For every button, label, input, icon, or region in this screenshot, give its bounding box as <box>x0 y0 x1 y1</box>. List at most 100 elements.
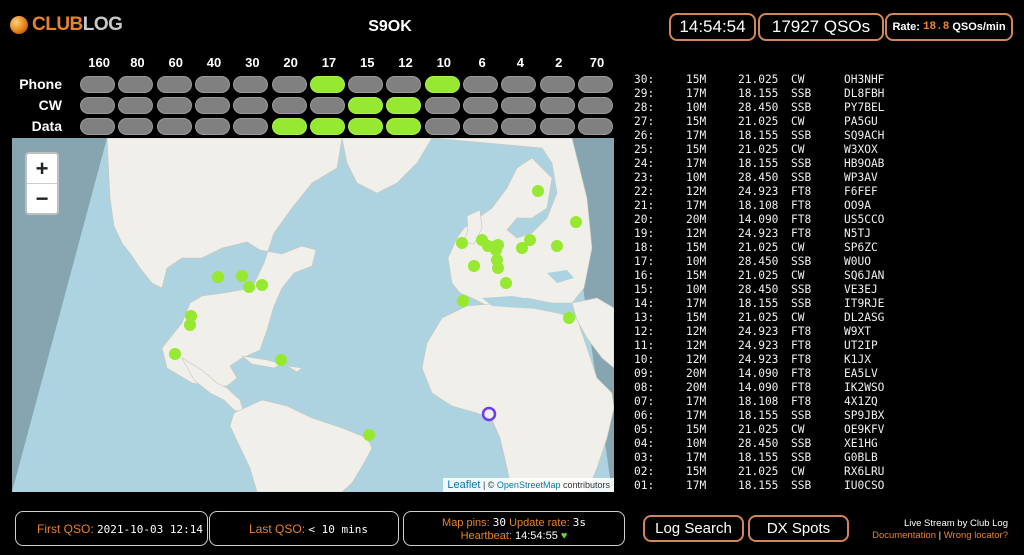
last-qso-box: Last QSO: < 10 mins <box>209 511 399 546</box>
credit-sep: | <box>936 530 944 541</box>
band-cell-data-2 <box>539 118 575 135</box>
qso-row: 16: 15M 21.025 CW SQ6JAN <box>634 269 1014 283</box>
qso-row: 13: 15M 21.025 CW DL2ASG <box>634 311 1014 325</box>
qso-pin[interactable] <box>243 281 255 293</box>
band-header-70: 70 <box>589 55 605 70</box>
qso-pin[interactable] <box>500 277 512 289</box>
qso-mode: FT8 <box>791 325 812 338</box>
qso-call: HB9OAB <box>844 157 885 170</box>
qso-row: 18: 15M 21.025 CW SP6ZC <box>634 241 1014 255</box>
qso-call: IK2WSO <box>844 381 885 394</box>
documentation-link[interactable]: Documentation <box>872 530 936 541</box>
qso-call: PA5GU <box>844 115 878 128</box>
map-canvas[interactable] <box>12 138 614 492</box>
qso-freq: 21.025 <box>738 115 779 128</box>
qso-pin[interactable] <box>524 234 536 246</box>
qso-pin[interactable] <box>184 319 196 331</box>
qso-pin[interactable] <box>492 262 504 274</box>
qso-n: 18: <box>634 241 655 254</box>
qso-band: 17M <box>686 409 707 422</box>
qso-freq: 24.923 <box>738 227 779 240</box>
osm-link[interactable]: OpenStreetMap <box>497 480 561 490</box>
qso-pin[interactable] <box>457 295 469 307</box>
qso-pin[interactable] <box>532 185 544 197</box>
qso-freq: 18.155 <box>738 451 779 464</box>
qso-band: 15M <box>686 241 707 254</box>
qso-n: 01: <box>634 479 655 492</box>
qso-n: 05: <box>634 423 655 436</box>
rate-unit: QSOs/min <box>952 21 1006 33</box>
qso-call: G0BLB <box>844 451 878 464</box>
band-cell-phone-40 <box>194 76 230 93</box>
leaflet-link[interactable]: Leaflet <box>447 479 480 491</box>
band-cell-phone-17 <box>309 76 345 93</box>
wrong-locator-link[interactable]: Wrong locator? <box>944 530 1008 541</box>
qso-band: 15M <box>686 115 707 128</box>
band-header-160: 160 <box>88 55 110 70</box>
band-header-20: 20 <box>283 55 298 70</box>
qso-call: PY7BEL <box>844 101 885 114</box>
qso-call: IU0CSO <box>844 479 885 492</box>
band-header-4: 4 <box>516 55 525 70</box>
qso-mode: CW <box>791 311 805 324</box>
band-cell-phone-70 <box>577 76 613 93</box>
qso-map[interactable]: + − Leaflet | © OpenStreetMap contributo… <box>12 138 614 492</box>
zoom-in-button[interactable]: + <box>27 154 57 183</box>
band-cell-cw-80 <box>118 97 154 114</box>
qso-n: 27: <box>634 115 655 128</box>
qso-n: 15: <box>634 283 655 296</box>
qso-pin[interactable] <box>363 429 375 441</box>
heartbeat-label: Heartbeat: <box>460 530 512 542</box>
qso-band: 10M <box>686 437 707 450</box>
band-cell-cw-6 <box>463 97 498 114</box>
qso-pin[interactable] <box>456 237 468 249</box>
qso-call: DL8FBH <box>844 87 885 100</box>
qso-mode: SSB <box>791 255 812 268</box>
qso-pin[interactable] <box>563 312 575 324</box>
qso-row: 11: 12M 24.923 FT8 UT2IP <box>634 339 1014 353</box>
log-search-button[interactable]: Log Search <box>643 515 744 542</box>
qso-pin[interactable] <box>212 271 224 283</box>
qso-pin[interactable] <box>551 240 563 252</box>
qso-pin[interactable] <box>275 354 287 366</box>
qso-pin[interactable] <box>468 260 480 272</box>
qso-mode: FT8 <box>791 367 812 380</box>
band-cell-data-30 <box>233 118 269 135</box>
qso-band: 12M <box>686 185 707 198</box>
qso-row: 28: 10M 28.450 SSB PY7BEL <box>634 101 1014 115</box>
qso-band: 17M <box>686 129 707 142</box>
qso-mode: FT8 <box>791 353 812 366</box>
band-cell-phone-160 <box>80 76 115 93</box>
qso-pin[interactable] <box>570 216 582 228</box>
qso-call: F6FEF <box>844 185 878 198</box>
qso-mode: CW <box>791 143 805 156</box>
qso-band: 17M <box>686 395 707 408</box>
qso-call: DL2ASG <box>844 311 885 324</box>
qso-row: 01: 17M 18.155 SSB IU0CSO <box>634 479 1014 493</box>
qso-pin[interactable] <box>256 279 268 291</box>
band-cell-data-60 <box>156 118 192 135</box>
qso-pin[interactable] <box>490 240 502 252</box>
qso-pin[interactable] <box>169 348 181 360</box>
qso-n: 02: <box>634 465 655 478</box>
band-header-2: 2 <box>555 55 563 70</box>
qso-call: OO9A <box>844 199 871 212</box>
qso-row: 08: 20M 14.090 FT8 IK2WSO <box>634 381 1014 395</box>
first-qso-value: 2021-10-03 12:14 <box>97 523 203 536</box>
qso-pin[interactable] <box>236 270 248 282</box>
band-cell-data-6 <box>463 118 498 135</box>
band-cell-cw-4 <box>501 97 537 114</box>
qso-freq: 18.155 <box>738 297 779 310</box>
zoom-out-button[interactable]: − <box>27 183 57 213</box>
qso-freq: 18.155 <box>738 409 779 422</box>
qso-freq: 18.108 <box>738 395 779 408</box>
qso-row: 30: 15M 21.025 CW OH3NHF <box>634 73 1014 87</box>
credit-block: Live Stream by Club Log Documentation | … <box>862 518 1008 542</box>
qso-n: 17: <box>634 255 655 268</box>
qso-row: 05: 15M 21.025 CW OE9KFV <box>634 423 1014 437</box>
credit-text: Live Stream by Club Log <box>903 518 1008 529</box>
band-cell-phone-15 <box>348 76 384 93</box>
qso-mode: SSB <box>791 101 812 114</box>
dx-spots-button[interactable]: DX Spots <box>748 515 849 542</box>
rate-display: Rate: 18.8 QSOs/min <box>885 13 1013 41</box>
